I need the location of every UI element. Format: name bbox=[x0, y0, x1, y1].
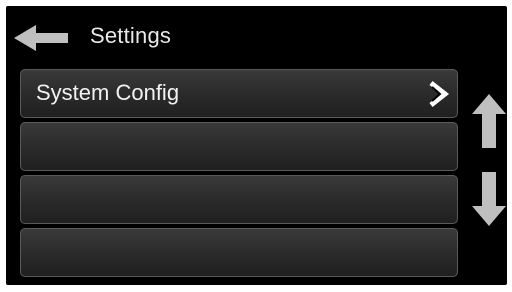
left-arrow-icon bbox=[14, 25, 68, 51]
page-title: Settings bbox=[90, 23, 172, 48]
scroll-up-button[interactable] bbox=[472, 94, 506, 148]
scroll-down-button[interactable] bbox=[472, 172, 506, 226]
header: Settings bbox=[6, 6, 507, 66]
list-item-label: System Config bbox=[36, 80, 180, 105]
list-item-empty[interactable] bbox=[20, 228, 458, 277]
touch-screen: Settings System Config bbox=[6, 6, 507, 285]
up-arrow-icon bbox=[472, 94, 506, 148]
list-item-empty[interactable] bbox=[20, 122, 458, 171]
list-item-empty[interactable] bbox=[20, 175, 458, 224]
list-item-system-config[interactable]: System Config bbox=[20, 69, 458, 118]
chevron-right-icon bbox=[429, 81, 450, 107]
back-button[interactable] bbox=[14, 23, 70, 53]
down-arrow-icon bbox=[472, 172, 506, 226]
